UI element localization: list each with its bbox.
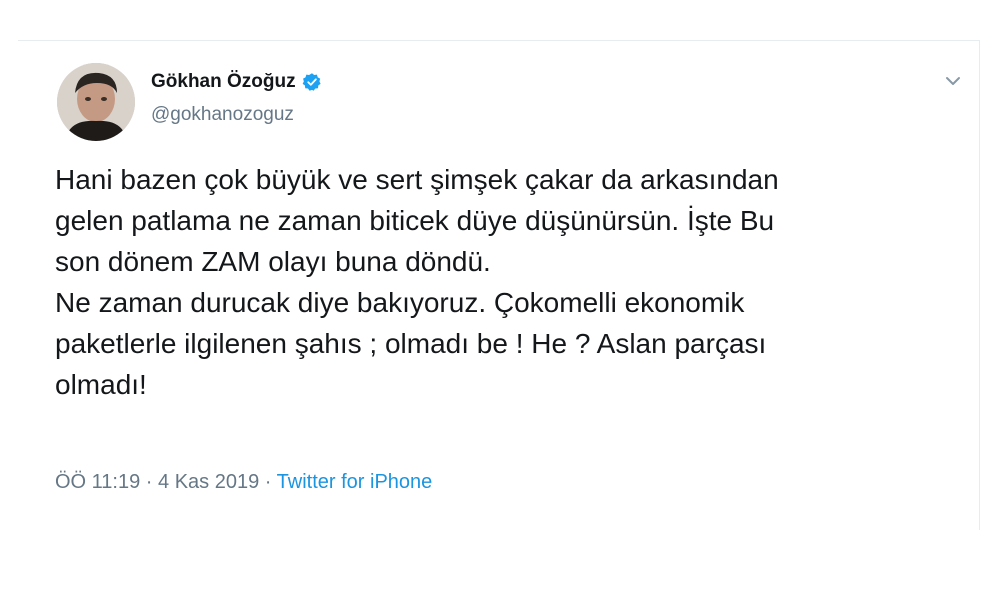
tweet-text-line: paketlerle ilgilenen şahıs ; olmadı be !… (55, 328, 767, 359)
tweet-source-link[interactable]: Twitter for iPhone (277, 471, 433, 493)
tweet-metadata: ÖÖ 11:19 · 4 Kas 2019 · Twitter for iPho… (55, 471, 432, 494)
tweet-card: Gökhan Özoğuz @gokhanozoguz Hani bazen ç… (18, 40, 980, 530)
tweet-text-line: son dönem ZAM olayı buna döndü. (55, 246, 491, 277)
tweet-date[interactable]: 4 Kas 2019 (158, 471, 259, 493)
meta-separator: · (145, 471, 153, 493)
profile-photo-icon (57, 63, 135, 141)
tweet-text-line: Ne zaman durucak diye bakıyoruz. Çokomel… (55, 287, 745, 318)
author-name-row[interactable]: Gökhan Özoğuz (151, 71, 322, 93)
tweet-text-line: Hani bazen çok büyük ve sert şimşek çaka… (55, 164, 779, 195)
author-handle[interactable]: @gokhanozoguz (151, 104, 294, 126)
avatar[interactable] (57, 63, 135, 141)
chevron-down-icon[interactable] (941, 69, 965, 93)
tweet-text-line: gelen patlama ne zaman biticek düye düşü… (55, 205, 775, 236)
tweet-text: Hani bazen çok büyük ve sert şimşek çaka… (55, 159, 960, 405)
meta-separator: · (264, 471, 272, 493)
verified-badge-icon (302, 72, 322, 92)
tweet-time[interactable]: ÖÖ 11:19 (55, 471, 140, 493)
tweet-text-line: olmadı! (55, 369, 147, 400)
author-display-name[interactable]: Gökhan Özoğuz (151, 71, 296, 93)
